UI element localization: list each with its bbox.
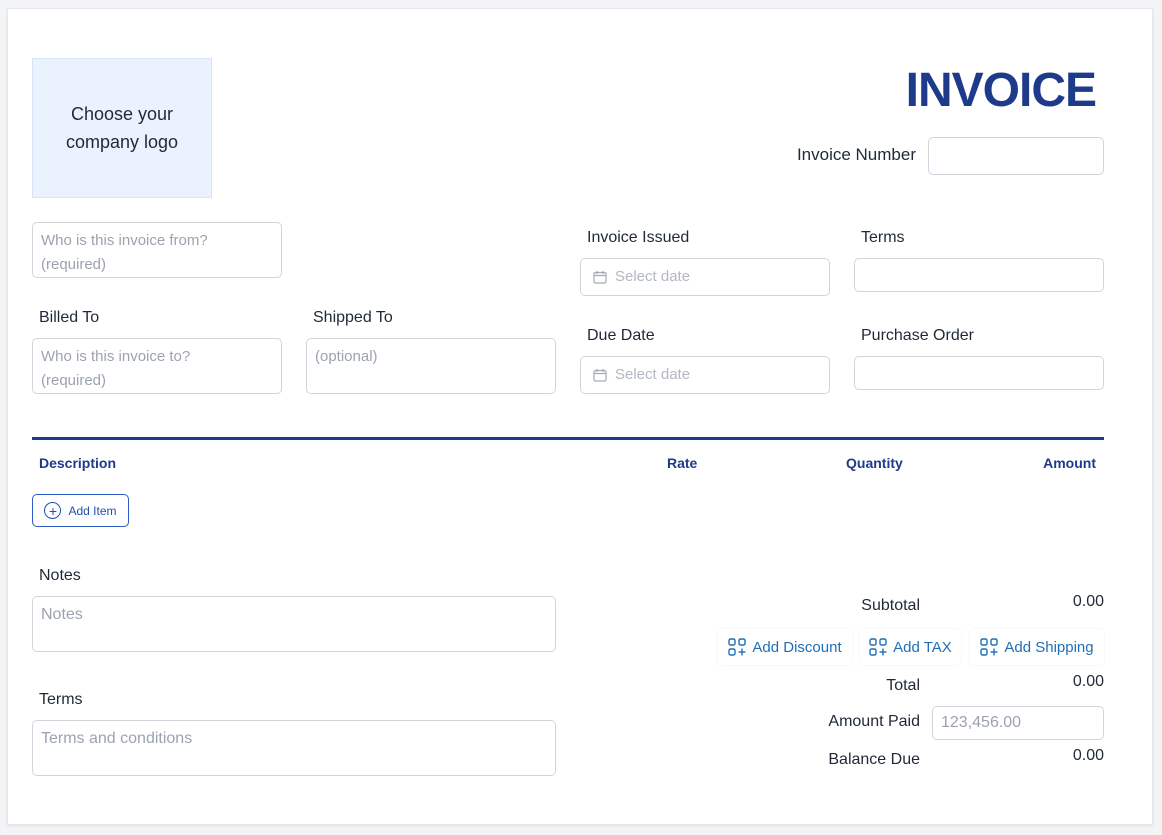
add-discount-label: Add Discount xyxy=(752,639,841,656)
items-divider xyxy=(32,437,1104,440)
shipped-to-label: Shipped To xyxy=(313,309,393,327)
add-grid-icon xyxy=(869,638,887,656)
add-discount-button[interactable]: Add Discount xyxy=(718,629,852,665)
calendar-icon xyxy=(593,368,607,382)
invoice-issued-placeholder: Select date xyxy=(615,265,690,289)
subtotal-value: 0.00 xyxy=(1073,593,1104,611)
amount-paid-input[interactable]: 123,456.00 xyxy=(932,706,1104,740)
billed-to-input[interactable]: Who is this invoice to? (required) xyxy=(32,338,282,394)
shipped-to-input[interactable]: (optional) xyxy=(306,338,556,394)
due-date-placeholder: Select date xyxy=(615,363,690,387)
add-grid-icon xyxy=(980,638,998,656)
due-date-label: Due Date xyxy=(587,327,655,345)
column-header-rate: Rate xyxy=(667,455,697,471)
company-logo-upload[interactable]: Choose your company logo xyxy=(32,58,212,198)
billed-to-label: Billed To xyxy=(39,309,99,327)
from-input[interactable]: Who is this invoice from? (required) xyxy=(32,222,282,278)
plus-circle-icon: + xyxy=(44,502,61,519)
add-item-label: Add Item xyxy=(68,504,116,518)
terms-input[interactable]: Terms and conditions xyxy=(32,720,556,776)
invoice-number-input[interactable] xyxy=(928,137,1104,175)
add-tax-button[interactable]: Add TAX xyxy=(860,629,961,665)
invoice-card: Choose your company logo INVOICE Invoice… xyxy=(7,8,1153,825)
column-header-description: Description xyxy=(39,455,116,471)
balance-due-label: Balance Due xyxy=(828,751,920,769)
add-tax-label: Add TAX xyxy=(893,639,952,656)
add-grid-icon xyxy=(728,638,746,656)
terms-field-input[interactable] xyxy=(854,258,1104,292)
column-header-amount: Amount xyxy=(1043,455,1096,471)
purchase-order-input[interactable] xyxy=(854,356,1104,390)
logo-upload-label: Choose your company logo xyxy=(52,100,192,156)
amount-paid-label: Amount Paid xyxy=(828,713,920,731)
purchase-order-label: Purchase Order xyxy=(861,327,974,345)
add-item-button[interactable]: + Add Item xyxy=(32,494,129,527)
invoice-issued-label: Invoice Issued xyxy=(587,229,689,247)
add-shipping-button[interactable]: Add Shipping xyxy=(970,629,1104,665)
subtotal-label: Subtotal xyxy=(861,597,920,615)
total-label: Total xyxy=(886,677,920,695)
due-date-picker[interactable]: Select date xyxy=(580,356,830,394)
total-value: 0.00 xyxy=(1073,673,1104,691)
add-shipping-label: Add Shipping xyxy=(1004,639,1093,656)
calendar-icon xyxy=(593,270,607,284)
notes-label: Notes xyxy=(39,567,81,585)
terms-field-label: Terms xyxy=(861,229,905,247)
balance-due-value: 0.00 xyxy=(1073,747,1104,765)
invoice-title: INVOICE xyxy=(906,63,1096,118)
invoice-number-label: Invoice Number xyxy=(797,145,916,165)
terms-label: Terms xyxy=(39,691,83,709)
notes-input[interactable]: Notes xyxy=(32,596,556,652)
column-header-quantity: Quantity xyxy=(846,455,903,471)
invoice-issued-date-picker[interactable]: Select date xyxy=(580,258,830,296)
